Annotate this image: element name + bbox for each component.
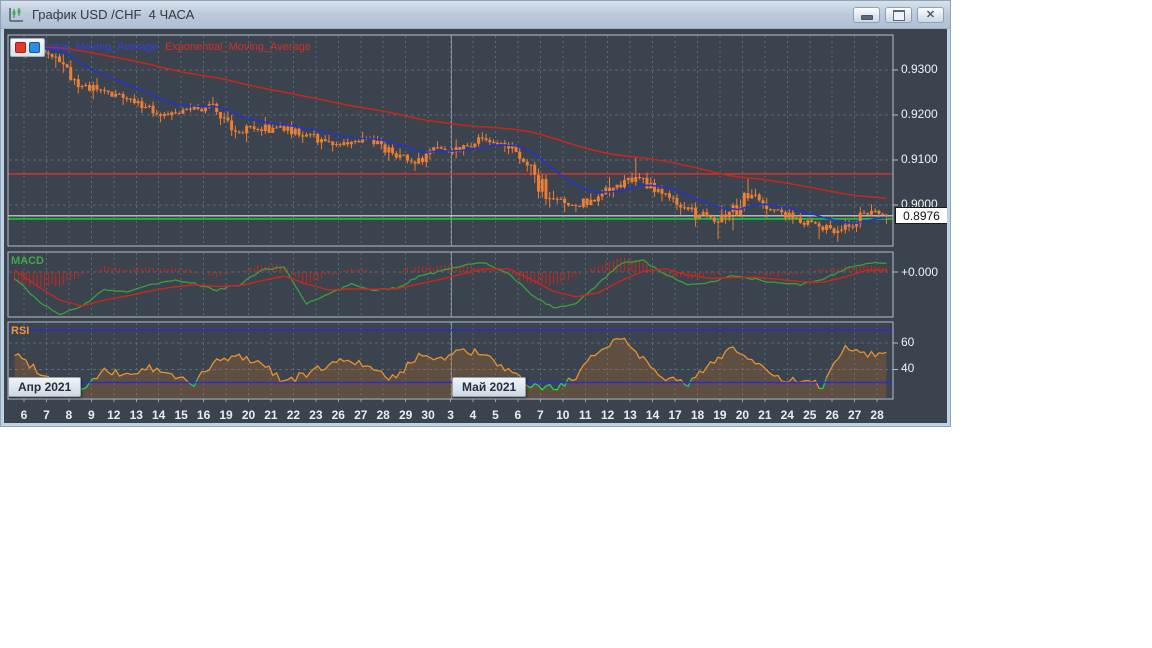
window-titlebar[interactable]: График USD /CHF 4 ЧАСА ✕ <box>1 1 950 29</box>
maximize-icon <box>892 9 905 21</box>
y-axis-price-tick: 0.9300 <box>901 62 938 76</box>
price-chart-canvas[interactable] <box>4 29 947 423</box>
current-price-label: 0.8976 <box>895 207 947 224</box>
rsi-axis-tick: 60 <box>901 335 915 350</box>
maximize-button[interactable] <box>885 7 912 23</box>
close-icon: ✕ <box>925 8 936 21</box>
minimize-button[interactable] <box>853 7 880 23</box>
y-axis-price-tick: 0.9100 <box>901 152 938 166</box>
x-axis-date-label: 28 <box>870 408 884 422</box>
macd-panel-label: MACD <box>11 255 44 267</box>
close-button[interactable]: ✕ <box>917 7 944 23</box>
chart-client-area[interactable]: Exponential_Moving_Average Exponential_M… <box>4 29 947 423</box>
minimize-icon <box>860 14 873 20</box>
rsi-panel-label: RSI <box>11 325 30 337</box>
rsi-axis-tick: 40 <box>901 361 915 376</box>
chart-window-icon <box>9 7 23 22</box>
month-label-apr-2021[interactable]: Апр 2021 <box>8 377 82 397</box>
legend-red-button[interactable] <box>15 42 26 53</box>
macd-line <box>14 259 887 316</box>
rsi-fill <box>14 338 887 398</box>
window-title: График USD /CHF 4 ЧАСА <box>32 7 195 22</box>
month-label-may-2021[interactable]: Май 2021 <box>452 377 527 397</box>
macd-axis-tick: +0.000 <box>901 265 939 279</box>
chart-window: График USD /CHF 4 ЧАСА ✕ Exponential_Mov… <box>0 0 951 427</box>
ema-slow-legend-label: Exponential_Moving_Average <box>164 41 311 53</box>
y-axis-price-tick: 0.9200 <box>901 107 938 121</box>
window-controls: ✕ <box>853 7 944 23</box>
legend-buttons-panel <box>10 38 45 57</box>
legend-blue-button[interactable] <box>29 42 40 53</box>
indicator-legend: Exponential_Moving_Average Exponential_M… <box>12 41 311 53</box>
